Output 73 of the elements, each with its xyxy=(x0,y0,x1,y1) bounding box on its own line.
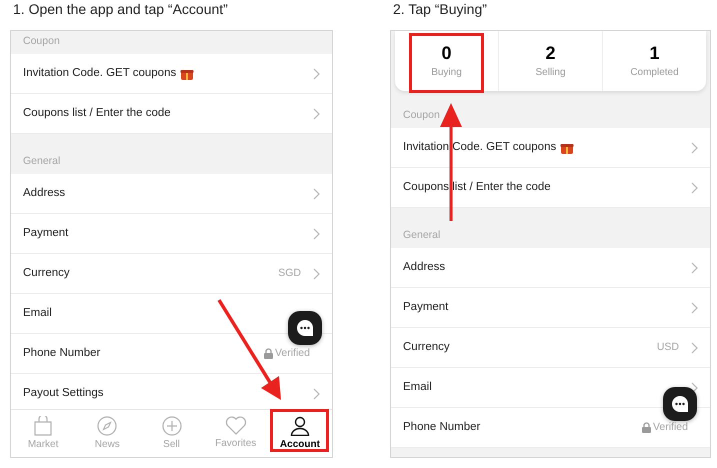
bag-icon xyxy=(34,416,52,436)
settings-row[interactable]: Address xyxy=(11,174,332,214)
chevron-icon xyxy=(313,388,320,400)
chevron-icon xyxy=(691,382,698,394)
chat-icon xyxy=(671,395,689,413)
stat-label: Completed xyxy=(630,66,679,80)
stat-label: Buying xyxy=(431,66,462,80)
chevron-icon xyxy=(691,182,698,194)
chevron-icon xyxy=(691,302,698,314)
tab[interactable]: Account xyxy=(268,410,332,457)
row-value: USD xyxy=(656,340,679,355)
row-label: Coupons list / Enter the code xyxy=(403,180,551,195)
settings-row[interactable]: Payment xyxy=(391,288,710,328)
settings-row[interactable]: Email xyxy=(391,368,710,408)
row-label: Payment xyxy=(403,300,448,315)
settings-row[interactable]: Invitation Code. GET coupons xyxy=(391,128,710,168)
chevron-icon xyxy=(313,228,320,240)
plus-circle-icon xyxy=(162,416,182,436)
row-label: Address xyxy=(403,260,446,275)
stat-label: Selling xyxy=(535,66,566,80)
row-value: SGD xyxy=(278,266,301,281)
stat-count: 0 xyxy=(441,42,452,62)
lock-icon xyxy=(642,422,651,433)
chevron-icon xyxy=(313,268,320,280)
row-value: Verified xyxy=(652,420,688,435)
chat-button[interactable] xyxy=(663,387,697,421)
settings-row[interactable]: Email xyxy=(11,294,332,334)
settings-row[interactable]: Coupons list / Enter the code xyxy=(391,168,710,208)
row-value: Verified xyxy=(274,346,310,361)
settings-row[interactable]: Currency SGD xyxy=(11,254,332,294)
heart-icon xyxy=(224,416,247,435)
settings-row[interactable]: Phone Number Verified xyxy=(11,334,332,374)
chevron-icon xyxy=(313,188,320,200)
step-caption: 1. Open the app and tap “Account” xyxy=(12,1,229,19)
row-label: Email xyxy=(403,380,432,395)
row-label: Email xyxy=(23,306,52,321)
section-header: Coupon xyxy=(23,34,60,50)
chevron-icon xyxy=(313,68,320,80)
stat-count: 1 xyxy=(649,42,660,62)
chat-button[interactable] xyxy=(288,311,322,345)
settings-row[interactable]: Coupons list / Enter the code xyxy=(11,94,332,134)
settings-row[interactable]: Currency USD xyxy=(391,328,710,368)
stat-count: 2 xyxy=(545,42,556,62)
row-label: Currency xyxy=(23,266,70,281)
settings-row[interactable]: Payout Settings xyxy=(11,374,332,409)
row-label: Payment xyxy=(23,226,68,241)
settings-row[interactable]: Phone Number Verified xyxy=(391,408,710,448)
compass-icon xyxy=(97,416,118,436)
section-header: Coupon xyxy=(403,108,440,124)
row-label: Payout Settings xyxy=(23,386,104,401)
settings-row[interactable]: Payment xyxy=(11,214,332,254)
row-label: Invitation Code. GET coupons xyxy=(23,66,176,81)
chevron-icon xyxy=(691,262,698,274)
settings-row[interactable]: Address xyxy=(391,248,710,288)
chat-icon xyxy=(296,319,314,337)
section-header: General xyxy=(403,228,440,244)
row-label: Address xyxy=(23,186,66,201)
row-label: Phone Number xyxy=(403,420,480,435)
order-stat[interactable]: 2 Selling xyxy=(498,31,602,91)
chevron-icon xyxy=(691,142,698,154)
step-caption: 2. Tap “Buying” xyxy=(392,1,488,19)
order-stat[interactable]: 1 Completed xyxy=(602,31,706,91)
lock-icon xyxy=(264,348,273,359)
settings-row[interactable]: Invitation Code. GET coupons xyxy=(11,54,332,94)
order-stat[interactable]: 0 Buying xyxy=(395,31,498,91)
row-label: Invitation Code. GET coupons xyxy=(403,140,556,155)
section-header: General xyxy=(23,154,60,170)
row-label: Currency xyxy=(403,340,450,355)
row-label: Phone Number xyxy=(23,346,100,361)
person-icon xyxy=(290,416,310,436)
row-label: Coupons list / Enter the code xyxy=(23,106,171,121)
chevron-icon xyxy=(313,108,320,120)
chevron-icon xyxy=(691,342,698,354)
